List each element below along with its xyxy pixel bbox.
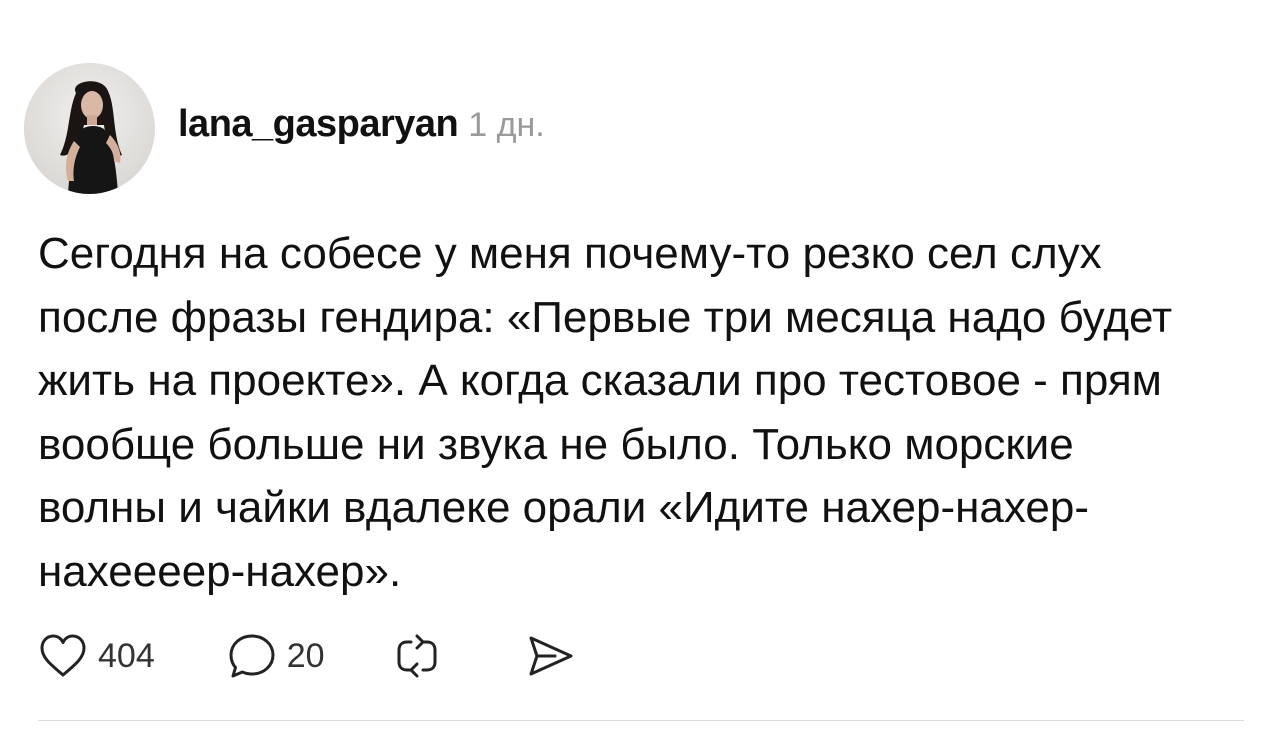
post-text-line: Сегодня на собесе у меня почему-то резко… [38, 229, 1102, 278]
post-header: lana_gasparyan 1 дн. [178, 103, 545, 153]
send-icon [529, 636, 573, 676]
like-count: 404 [98, 636, 155, 675]
divider [38, 720, 1244, 721]
post-card: lana_gasparyan 1 дн. Сегодня на собесе у… [0, 0, 1280, 737]
avatar[interactable] [24, 63, 155, 194]
post-text-line: вообще больше ни звука не было. Только м… [38, 419, 1074, 469]
post-text: Сегодня на собесе у меня почему-то резко… [38, 222, 1248, 603]
username-link[interactable]: lana_gasparyan [178, 103, 459, 146]
post-text-line: после фразы гендира: «Первые три месяца … [38, 292, 1173, 342]
repost-button[interactable] [393, 632, 441, 680]
repost-icon [397, 634, 437, 678]
post-text-line: нахеееер-нахер». [38, 546, 402, 596]
speech-bubble-icon [229, 634, 275, 678]
post-actions: 404 20 [38, 628, 575, 684]
share-button[interactable] [525, 633, 575, 679]
reply-count: 20 [286, 636, 325, 675]
post-timestamp[interactable]: 1 дн. [468, 106, 544, 145]
post-text-line: жить на проекте». А когда сказали про те… [38, 356, 1162, 405]
post-text-line: волны и чайки вдалеке орали «Идите нахер… [38, 483, 1089, 532]
avatar-image [24, 63, 155, 194]
reply-button[interactable]: 20 [227, 632, 325, 680]
like-button[interactable]: 404 [38, 633, 155, 679]
heart-icon [40, 634, 86, 677]
